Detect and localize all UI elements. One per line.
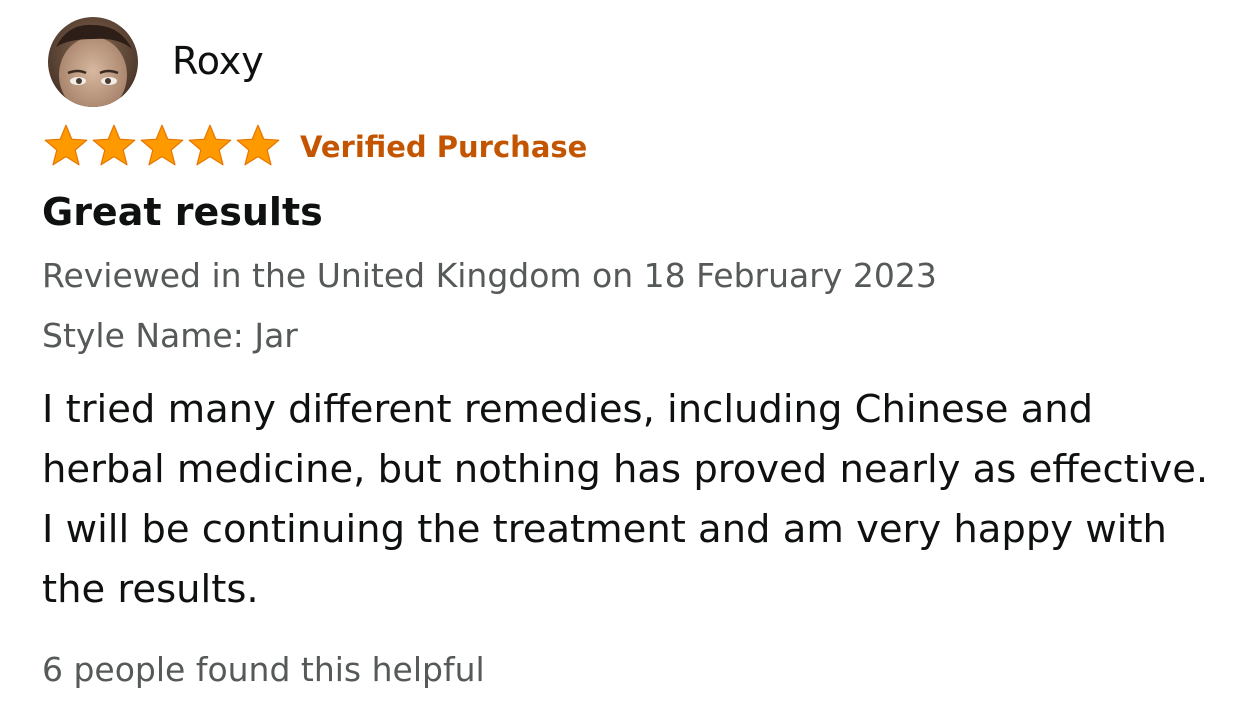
- star-icon: [236, 124, 280, 166]
- star-icon: [188, 124, 232, 166]
- avatar[interactable]: [48, 17, 138, 107]
- star-icon: [44, 124, 88, 166]
- review-body: I tried many different remedies, includi…: [42, 387, 1209, 612]
- helpful-count: 6 people found this helpful: [42, 650, 485, 689]
- review-date: Reviewed in the United Kingdom on 18 Feb…: [42, 256, 937, 295]
- star-icon: [140, 124, 184, 166]
- rating-row: Verified Purchase: [42, 122, 587, 170]
- review-title[interactable]: Great results: [42, 190, 323, 234]
- star-icon: [92, 124, 136, 166]
- star-rating[interactable]: [42, 122, 282, 170]
- avatar-photo-icon: [48, 17, 138, 107]
- reviewer-profile[interactable]: Roxy: [48, 17, 264, 107]
- verified-purchase-badge: Verified Purchase: [300, 130, 588, 164]
- customer-review: Roxy Verified Purchase Great results Rev…: [0, 0, 1234, 720]
- product-style-name: Style Name: Jar: [42, 316, 298, 355]
- reviewer-name[interactable]: Roxy: [172, 39, 264, 83]
